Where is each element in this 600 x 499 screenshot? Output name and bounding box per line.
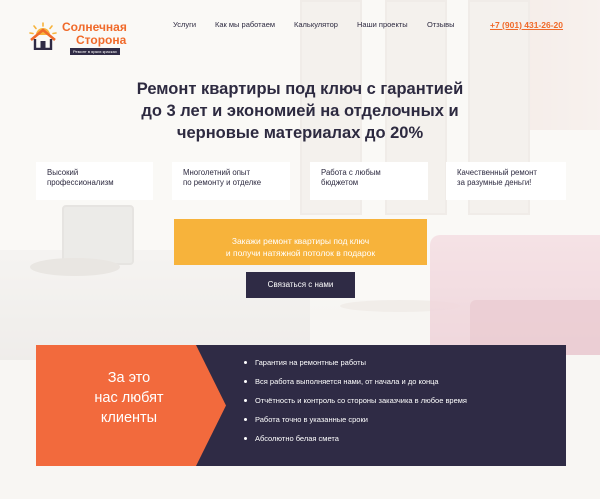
bullet-icon <box>244 399 247 402</box>
feature-text: за разумные деньги! <box>457 178 532 187</box>
reason-text: Гарантия на ремонтные работы <box>255 358 366 367</box>
sun-house-icon <box>29 22 57 50</box>
bullet-icon <box>244 380 247 383</box>
feature-card: Высокий профессионализм <box>36 162 153 200</box>
logo[interactable]: Солнечная Сторона Ремонт в ярких красках <box>24 16 136 56</box>
bullet-icon <box>244 418 247 421</box>
feature-card: Работа с любым бюджетом <box>310 162 428 200</box>
feature-text: профессионализм <box>47 178 114 187</box>
brand-tagline: Ремонт в ярких красках <box>70 48 120 55</box>
nav-item-services[interactable]: Услуги <box>173 20 196 29</box>
reason-text: Работа точно в указанные сроки <box>255 415 368 424</box>
feature-text: бюджетом <box>321 178 359 187</box>
list-item: Вся работа выполняется нами, от начала и… <box>244 377 467 396</box>
list-item: Работа точно в указанные сроки <box>244 415 467 434</box>
headline-line: до 3 лет и экономией на отделочных и <box>141 102 459 120</box>
nav-item-how-we-work[interactable]: Как мы работаем <box>215 20 275 29</box>
feature-text: Высокий <box>47 168 79 177</box>
nav-item-reviews[interactable]: Отзывы <box>427 20 454 29</box>
heading-line: нас любят <box>94 390 164 406</box>
site-header: Солнечная Сторона Ремонт в ярких красках… <box>0 0 600 55</box>
list-item: Отчётность и контроль со стороны заказчи… <box>244 396 467 415</box>
headline-line: черновые материалах до 20% <box>176 124 424 142</box>
reason-text: Отчётность и контроль со стороны заказчи… <box>255 396 467 405</box>
reason-text: Вся работа выполняется нами, от начала и… <box>255 377 439 386</box>
headline-line: Ремонт квартиры под ключ с гарантией <box>136 80 464 98</box>
feature-text: Качественный ремонт <box>457 168 537 177</box>
cta-text: Закажи ремонт квартиры под ключ <box>231 236 370 246</box>
feature-text: по ремонту и отделке <box>183 178 262 187</box>
contact-us-button[interactable]: Связаться с нами <box>246 272 355 298</box>
cta-text: и получи натяжной потолок в подарок <box>225 248 376 258</box>
phone-link[interactable]: +7 (901) 431-26-20 <box>490 20 563 30</box>
brand-name-line2: Сторона <box>76 33 127 47</box>
reasons-list: Гарантия на ремонтные работы Вся работа … <box>244 358 467 453</box>
order-renovation-button[interactable]: Закажи ремонт квартиры под ключ и получи… <box>174 219 427 265</box>
feature-text: Работа с любым <box>321 168 381 177</box>
nav-item-calculator[interactable]: Калькулятор <box>294 20 338 29</box>
feature-text: Многолетний опыт <box>183 168 251 177</box>
reason-text: Абсолютно белая смета <box>255 434 339 443</box>
nav-item-projects[interactable]: Наши проекты <box>357 20 408 29</box>
hero-headline: Ремонт квартиры под ключ с гарантией до … <box>60 78 540 144</box>
list-item: Абсолютно белая смета <box>244 434 467 453</box>
bullet-icon <box>244 437 247 440</box>
reasons-heading: За это нас любят клиенты <box>54 368 204 428</box>
brand-name-line1: Солнечная <box>62 20 127 34</box>
feature-card: Качественный ремонт за разумные деньги! <box>446 162 566 200</box>
list-item: Гарантия на ремонтные работы <box>244 358 467 377</box>
bullet-icon <box>244 361 247 364</box>
feature-card: Многолетний опыт по ремонту и отделке <box>172 162 290 200</box>
heading-line: клиенты <box>100 410 158 426</box>
heading-line: За это <box>107 370 151 386</box>
